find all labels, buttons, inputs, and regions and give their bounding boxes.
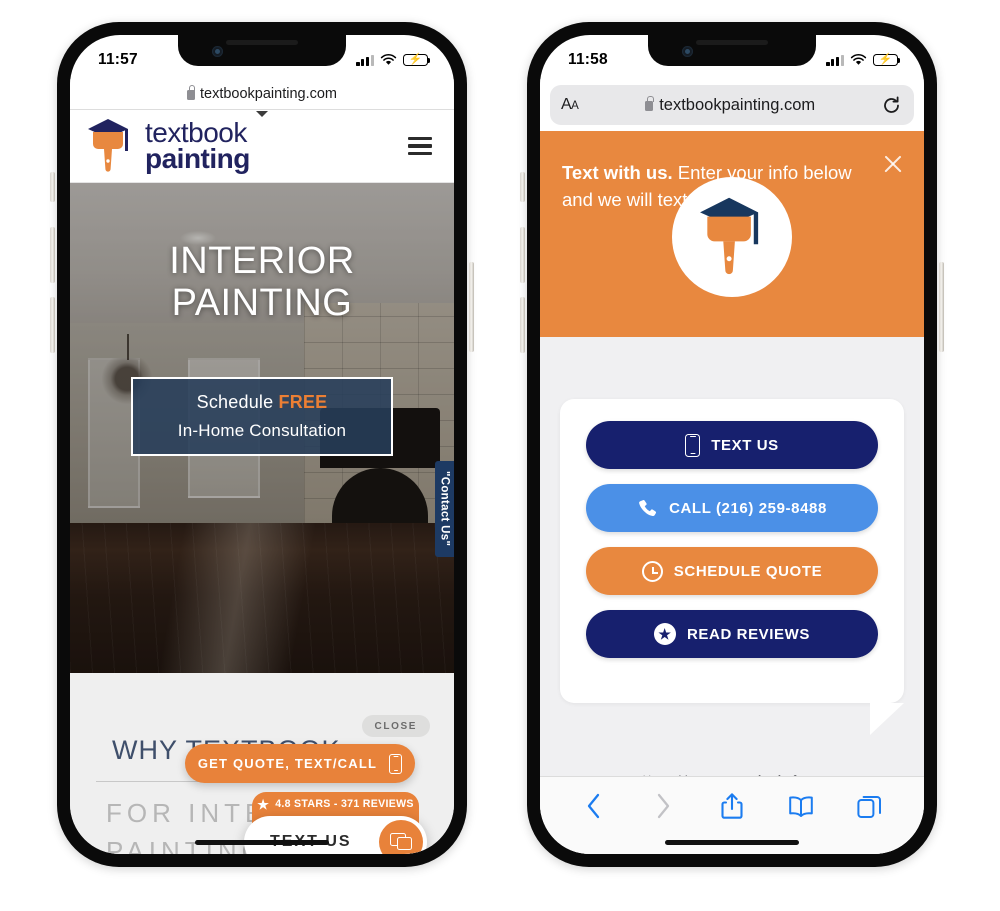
schedule-quote-button[interactable]: SCHEDULE QUOTE bbox=[586, 547, 878, 595]
mute-switch[interactable] bbox=[520, 172, 525, 202]
safari-url-field[interactable]: AA textbookpainting.com bbox=[550, 85, 914, 125]
hero-cta-box[interactable]: Schedule FREE In-Home Consultation bbox=[131, 377, 393, 456]
wifi-icon bbox=[850, 54, 867, 65]
reviews-badge-label: 4.8 STARS - 371 REVIEWS bbox=[275, 798, 414, 810]
safari-url-bar: AA textbookpainting.com bbox=[540, 79, 924, 131]
screenshot-canvas: 11:57 ⚡ textbookpainting.com textbook pa… bbox=[0, 0, 1000, 911]
phone-device-right: 11:58 ⚡ AA textbookpainting.com Text wit… bbox=[520, 17, 944, 872]
phone-handset-icon bbox=[639, 499, 657, 516]
status-time: 11:58 bbox=[568, 51, 608, 68]
lock-icon bbox=[645, 95, 654, 111]
front-camera-icon bbox=[212, 46, 223, 57]
logo-wordmark: textbook painting bbox=[145, 119, 250, 174]
wifi-icon bbox=[380, 54, 397, 65]
hero-section: INTERIOR PAINTING Schedule FREE In-Home … bbox=[70, 183, 454, 673]
textbook-painting-logo-icon bbox=[700, 197, 759, 275]
url-display: textbookpainting.com bbox=[645, 96, 815, 115]
wordmark-line-2: painting bbox=[145, 143, 250, 174]
share-button[interactable] bbox=[717, 791, 747, 821]
leadferno-actions-card: TEXT US CALL (216) 259-8488 SCHEDULE QUO… bbox=[560, 399, 904, 735]
browser-url-bar-left[interactable]: textbookpainting.com bbox=[70, 79, 454, 109]
home-indicator[interactable] bbox=[195, 840, 329, 845]
bookmarks-button[interactable] bbox=[786, 791, 816, 821]
hero-title-line-2: PAINTING bbox=[171, 281, 353, 324]
status-indicators: ⚡ bbox=[826, 48, 901, 67]
mute-switch[interactable] bbox=[50, 172, 55, 202]
read-reviews-button-label: READ REVIEWS bbox=[686, 625, 811, 643]
power-button[interactable] bbox=[469, 262, 474, 352]
text-us-button[interactable]: TEXT US bbox=[586, 421, 878, 469]
reload-icon[interactable] bbox=[882, 96, 901, 115]
lock-icon bbox=[186, 84, 196, 100]
text-us-launcher[interactable]: TEXT US bbox=[244, 816, 427, 854]
avatar bbox=[672, 177, 792, 297]
phone-device-left: 11:57 ⚡ textbookpainting.com textbook pa… bbox=[50, 17, 474, 872]
battery-charging-icon: ⚡ bbox=[403, 53, 431, 67]
front-camera-icon bbox=[682, 46, 693, 57]
call-button-label: CALL (216) 259-8488 bbox=[669, 499, 827, 517]
forward-button bbox=[648, 791, 678, 821]
mobile-phone-icon bbox=[389, 753, 403, 774]
star-icon: ★ bbox=[257, 797, 270, 812]
phone-screen-left: 11:57 ⚡ textbookpainting.com textbook pa… bbox=[70, 35, 454, 854]
url-bar-divider bbox=[70, 109, 454, 110]
site-header: textbook painting bbox=[70, 110, 454, 183]
contact-us-side-tab-label: "Contact Us" bbox=[438, 471, 451, 547]
home-indicator[interactable] bbox=[665, 840, 799, 845]
url-text: textbookpainting.com bbox=[199, 86, 338, 102]
back-button[interactable] bbox=[579, 791, 609, 821]
chevron-down-icon[interactable] bbox=[256, 111, 268, 117]
clock-icon bbox=[641, 560, 663, 582]
url-text: textbookpainting.com bbox=[659, 95, 816, 114]
textbook-painting-logo-icon bbox=[88, 119, 128, 172]
hamburger-menu-icon[interactable] bbox=[408, 136, 432, 156]
volume-up-button[interactable] bbox=[520, 227, 525, 283]
hero-cta-line-2: In-Home Consultation bbox=[177, 421, 347, 440]
volume-up-button[interactable] bbox=[50, 227, 55, 283]
chat-bubbles-icon[interactable] bbox=[379, 820, 423, 854]
power-button[interactable] bbox=[939, 262, 944, 352]
call-button[interactable]: CALL (216) 259-8488 bbox=[586, 484, 878, 532]
hero-cta-line-1: Schedule FREE bbox=[196, 392, 328, 412]
volume-down-button[interactable] bbox=[50, 297, 55, 353]
volume-down-button[interactable] bbox=[520, 297, 525, 353]
phone-screen-right: 11:58 ⚡ AA textbookpainting.com Text wit… bbox=[540, 35, 924, 854]
panel-headline-bold: Text with us. bbox=[562, 162, 673, 183]
site-logo[interactable]: textbook painting bbox=[84, 115, 250, 177]
hero-title-line-1: INTERIOR bbox=[169, 240, 355, 282]
hero-title: INTERIOR PAINTING bbox=[70, 240, 454, 325]
contact-us-side-tab[interactable]: "Contact Us" bbox=[435, 461, 454, 557]
cellular-signal-icon bbox=[826, 54, 844, 66]
status-time: 11:57 bbox=[98, 51, 138, 68]
mobile-phone-icon bbox=[685, 433, 701, 457]
battery-charging-icon: ⚡ bbox=[873, 53, 901, 67]
close-x-icon[interactable] bbox=[880, 151, 906, 177]
tabs-button[interactable] bbox=[855, 791, 885, 821]
earpiece-speaker bbox=[226, 40, 298, 45]
text-us-button-label: TEXT US bbox=[711, 436, 779, 454]
text-size-button[interactable]: AA bbox=[561, 96, 579, 114]
hero-cta-emphasis: FREE bbox=[278, 392, 328, 412]
schedule-quote-button-label: SCHEDULE QUOTE bbox=[673, 562, 823, 580]
status-indicators: ⚡ bbox=[356, 48, 431, 67]
widget-close-button[interactable]: CLOSE bbox=[361, 715, 430, 737]
get-quote-label: GET QUOTE, TEXT/CALL bbox=[197, 756, 378, 771]
get-quote-button[interactable]: GET QUOTE, TEXT/CALL bbox=[185, 744, 415, 783]
read-reviews-button[interactable]: ★ READ REVIEWS bbox=[586, 610, 878, 658]
star-circle-icon: ★ bbox=[653, 623, 676, 645]
earpiece-speaker bbox=[696, 40, 768, 45]
cellular-signal-icon bbox=[356, 54, 374, 66]
